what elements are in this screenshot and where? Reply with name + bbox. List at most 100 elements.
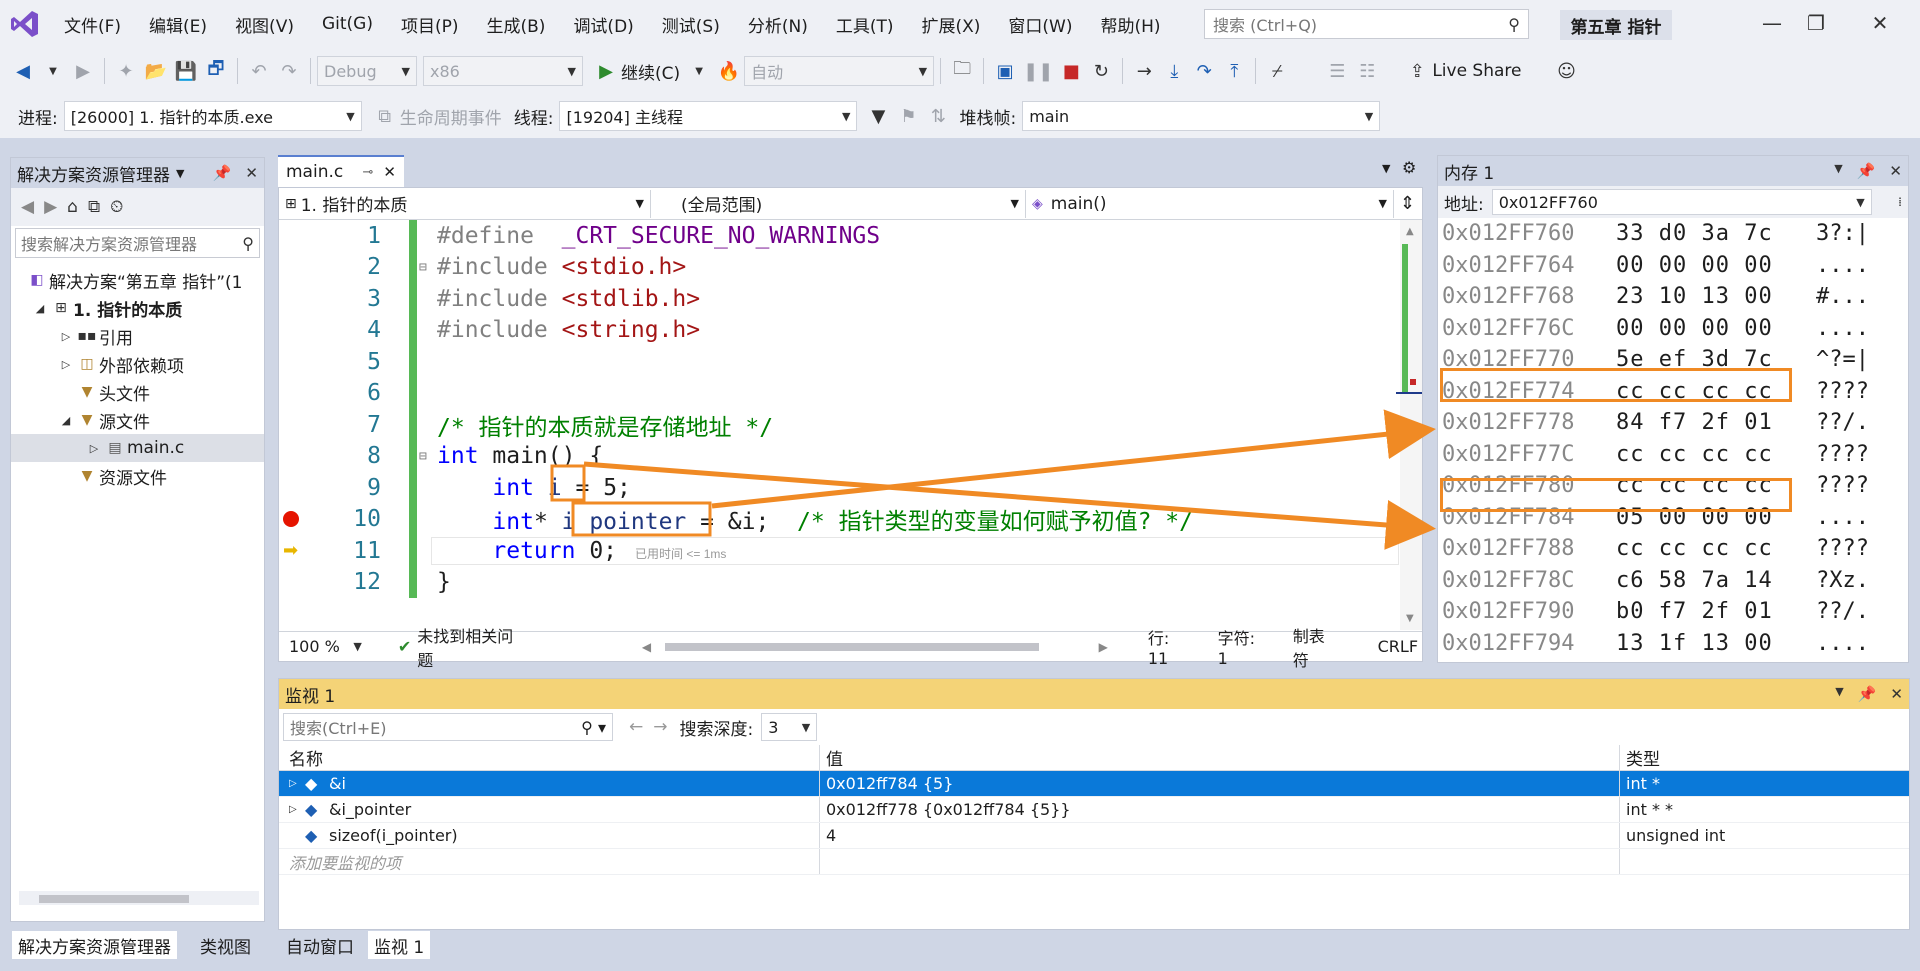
collapsed-arrow-icon[interactable]: ▷ <box>57 330 75 343</box>
menu-edit[interactable]: 编辑(E) <box>135 12 221 37</box>
search-input[interactable]: 搜索 (Ctrl+Q) ⚲ <box>1204 9 1529 39</box>
scrollbar-thumb[interactable] <box>39 895 189 903</box>
col-type[interactable]: 类型 <box>1619 745 1884 770</box>
tree-item-project[interactable]: ◢ ⊞ 1. 指针的本质 <box>11 294 264 322</box>
thread-combo[interactable]: [19204] 主线程 ▼ <box>559 101 858 131</box>
folder-search-icon[interactable]: 🗀 <box>947 55 977 87</box>
screenshot-icon[interactable]: ▣ <box>990 55 1020 87</box>
column-indicator[interactable]: 字符: 1 <box>1218 625 1267 668</box>
scroll-left-icon[interactable]: ◀ <box>642 640 651 654</box>
platform-combo[interactable]: x86 ▼ <box>423 56 583 86</box>
chevron-down-icon[interactable]: ▼ <box>1834 162 1842 180</box>
open-folder-icon[interactable]: 📂 <box>141 55 171 87</box>
pin-icon[interactable]: 📌 <box>1857 162 1876 180</box>
scope-nav-combo[interactable]: (全局范围) ▼ <box>651 189 1026 218</box>
watch-row[interactable]: ▷ ◆ &i_pointer 0x012ff778 {0x012ff784 {5}} i… <box>279 797 1909 823</box>
continue-dropdown-icon[interactable]: ▼ <box>684 55 714 87</box>
step-over-icon[interactable]: ↷ <box>1189 55 1219 87</box>
menu-tools[interactable]: 工具(T) <box>822 12 908 37</box>
code-line[interactable]: ➡ 11 return 0; 已用时间 <= 1ms <box>279 535 1399 567</box>
expand-arrow-icon[interactable]: ▷ <box>289 778 305 789</box>
pause-icon[interactable]: ❚❚ <box>1020 55 1056 87</box>
watch-row[interactable]: ▷ ◆ &i 0x012ff784 {5} int * <box>279 771 1909 797</box>
tab-watch-1[interactable]: 监视 1 <box>368 931 431 959</box>
code-line[interactable]: 6 <box>279 377 1399 409</box>
code-line[interactable]: 8 ⊟ int main() { <box>279 440 1399 472</box>
tree-item-solution[interactable]: ◧ 解决方案“第五章 指针”(1 <box>11 266 264 294</box>
memory-row[interactable]: 0x012FF774 cc cc cc cc???? <box>1438 376 1908 408</box>
search-prev-icon[interactable]: ← <box>629 717 643 737</box>
code-line[interactable]: 10 int* i_pointer = &i; /* 指针类型的变量如何赋予初值… <box>279 503 1399 535</box>
split-icon[interactable]: ⇕ <box>1400 193 1415 214</box>
config-combo[interactable]: Debug ▼ <box>317 56 417 86</box>
close-icon[interactable]: ✕ <box>1889 162 1902 180</box>
address-input[interactable]: 0x012FF760 ▼ <box>1491 189 1872 215</box>
expanded-arrow-icon[interactable]: ◢ <box>31 302 49 315</box>
back-nav-icon[interactable]: ◀ <box>8 55 38 87</box>
flag-icon[interactable]: ⚑ <box>893 100 923 132</box>
memory-row[interactable]: 0x012FF77C cc cc cc cc???? <box>1438 439 1908 471</box>
collapsed-arrow-icon[interactable]: ▷ <box>85 442 103 455</box>
close-icon[interactable]: ✕ <box>245 164 258 182</box>
save-all-icon[interactable]: 🗗 <box>201 55 231 87</box>
minimize-button[interactable]: — <box>1752 6 1792 40</box>
filter-icon[interactable]: ▼ <box>863 100 893 132</box>
menu-project[interactable]: 项目(P) <box>387 12 473 37</box>
uncomment-icon[interactable]: ☷ <box>1352 55 1382 87</box>
history-icon[interactable]: ⏲ <box>110 197 123 217</box>
pin-icon[interactable]: ⊸ <box>363 165 374 180</box>
hex-display-icon[interactable]: ⌿ <box>1262 55 1292 87</box>
code-line[interactable]: 4 #include <string.h> <box>279 314 1399 346</box>
stack-frame-combo[interactable]: main ▼ <box>1022 101 1381 131</box>
tree-item-main-c[interactable]: ▷ ▤ main.c <box>11 434 264 462</box>
close-window-button[interactable]: ✕ <box>1860 6 1900 40</box>
save-icon[interactable]: 💾 <box>171 55 201 87</box>
expanded-arrow-icon[interactable]: ◢ <box>57 414 75 427</box>
code-line[interactable]: 7 /* 指针的本质就是存储地址 */ <box>279 409 1399 441</box>
tab-list-dropdown-icon[interactable]: ▼ <box>1382 162 1390 175</box>
memory-row[interactable]: 0x012FF784 05 00 00 00.... <box>1438 502 1908 534</box>
chevron-down-icon[interactable]: ▼ <box>1835 685 1843 703</box>
lifecycle-events-button[interactable]: 生命周期事件 <box>400 104 502 129</box>
issues-status[interactable]: 未找到相关问题 <box>417 623 522 671</box>
memory-row[interactable]: 0x012FF778 84 f7 2f 01 ??/. <box>1438 407 1908 439</box>
code-line[interactable]: 9 int i = 5; <box>279 472 1399 504</box>
editor-tab-main-c[interactable]: main.c ⊸ ✕ <box>278 155 404 187</box>
more-icon[interactable]: ⁞ <box>1898 195 1902 209</box>
horizontal-scrollbar[interactable] <box>19 891 259 905</box>
menu-test[interactable]: 测试(S) <box>648 12 734 37</box>
restore-button[interactable]: ❐ <box>1796 6 1836 40</box>
show-next-statement-icon[interactable]: → <box>1129 55 1159 87</box>
watch-search-input[interactable]: 搜索(Ctrl+E) ⚲ ▾ <box>283 713 613 741</box>
pin-icon[interactable]: 📌 <box>213 164 232 182</box>
project-nav-combo[interactable]: ⊞ 1. 指针的本质 ▼ <box>279 189 651 218</box>
watch-row[interactable]: ◆ sizeof(i_pointer) 4 unsigned int <box>279 823 1909 849</box>
close-tab-icon[interactable]: ✕ <box>383 163 396 181</box>
tab-solution-explorer[interactable]: 解决方案资源管理器 <box>12 931 177 959</box>
memory-row[interactable]: 0x012FF770 5e ef 3d 7c ^?=| <box>1438 344 1908 376</box>
chevron-down-icon[interactable]: ▼ <box>176 167 184 180</box>
tree-item-resource-files[interactable]: ▼ 资源文件 <box>11 462 264 490</box>
live-share-icon[interactable]: ⇪ <box>1402 55 1432 87</box>
expand-arrow-icon[interactable]: ▷ <box>289 804 305 815</box>
memory-row[interactable]: 0x012FF780 cc cc cc cc???? <box>1438 470 1908 502</box>
code-line[interactable]: 2 ⊟ #include <stdio.h> <box>279 251 1399 283</box>
tabs-indicator[interactable]: 制表符 <box>1293 623 1338 671</box>
menu-debug[interactable]: 调试(D) <box>559 12 647 37</box>
code-line[interactable]: 5 <box>279 346 1399 378</box>
back-icon[interactable]: ◀ <box>21 197 34 217</box>
memory-row[interactable]: 0x012FF78C c6 58 7a 14 ?Xz. <box>1438 565 1908 597</box>
home-icon[interactable]: ⌂ <box>67 197 78 217</box>
scroll-down-icon[interactable]: ▼ <box>1406 613 1414 624</box>
watch-name-cell[interactable]: ◆ sizeof(i_pointer) <box>279 826 819 845</box>
eol-indicator[interactable]: CRLF <box>1378 637 1418 656</box>
step-into-icon[interactable]: ⤓ <box>1159 55 1189 87</box>
col-value[interactable]: 值 <box>819 745 1619 770</box>
live-share-button[interactable]: Live Share <box>1432 61 1521 81</box>
function-nav-combo[interactable]: ◈ main() ▼ <box>1026 189 1394 218</box>
memory-rows[interactable]: 0x012FF760 33 d0 3a 7c 3?:| 0x012FF764 00 00… <box>1438 218 1908 659</box>
tab-autos[interactable]: 自动窗口 <box>280 931 360 959</box>
tree-item-header-files[interactable]: ▼ 头文件 <box>11 378 264 406</box>
watch-name-cell[interactable]: ▷ ◆ &i <box>279 774 819 793</box>
col-name[interactable]: 名称 <box>279 745 819 770</box>
